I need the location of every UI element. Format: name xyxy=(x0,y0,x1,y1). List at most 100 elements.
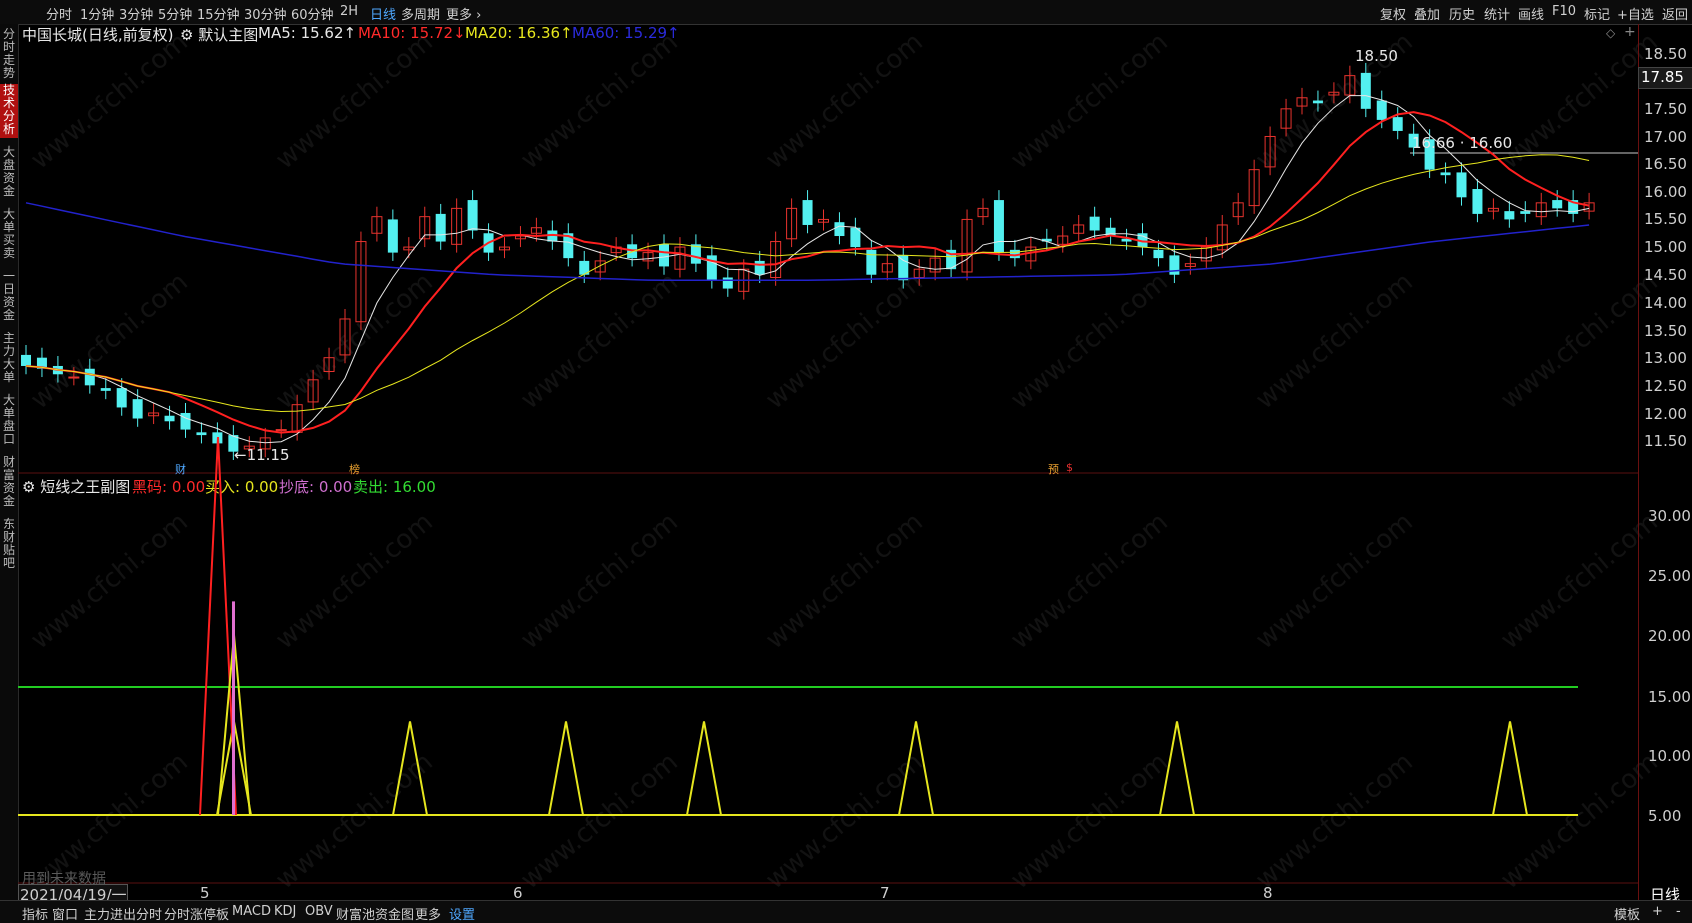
tab-obv[interactable]: OBV xyxy=(305,904,333,919)
watermark-text: www.cfchi.com xyxy=(1250,507,1419,655)
zoom-out-button[interactable]: - xyxy=(1676,904,1681,919)
watermark-text: www.cfchi.com xyxy=(1250,747,1419,895)
buy-signal-spike xyxy=(548,721,584,816)
sub-tick-label: 15.00 xyxy=(1648,688,1691,706)
candle-down xyxy=(1520,211,1531,214)
candle-down xyxy=(84,368,95,386)
watermark-text: www.cfchi.com xyxy=(270,27,439,175)
sub-tick-label: 20.00 xyxy=(1648,627,1691,645)
candle-down xyxy=(722,277,733,289)
tab-limit-up[interactable]: 分时涨停板 xyxy=(164,904,229,923)
price-tick-label: 11.50 xyxy=(1644,432,1687,450)
tab-kdj[interactable]: KDJ xyxy=(274,904,296,919)
sub-tick-label: 10.00 xyxy=(1648,747,1691,765)
price-tick-label: 17.50 xyxy=(1644,100,1687,118)
candle-down xyxy=(132,399,143,419)
watermark-text: www.cfchi.com xyxy=(1005,747,1174,895)
candle-down xyxy=(387,219,398,253)
candle-down xyxy=(1440,172,1451,176)
watermark-text: www.cfchi.com xyxy=(1005,27,1174,175)
diamond-icon[interactable]: ◇ xyxy=(1606,26,1615,40)
tab-indicator[interactable]: 指标 xyxy=(22,904,48,923)
price-tick-label: 16.50 xyxy=(1644,155,1687,173)
candle-down xyxy=(1376,100,1387,120)
ray-line-label: 16.66 · 16.60 xyxy=(1412,134,1513,152)
tab-macd[interactable]: MACD xyxy=(232,904,271,919)
plus-icon[interactable]: + xyxy=(1624,24,1636,40)
hei-signal-spike xyxy=(199,436,237,816)
candle-down xyxy=(1552,200,1563,209)
watermark-text: www.cfchi.com xyxy=(1005,267,1174,415)
price-tick-label: 15.00 xyxy=(1644,238,1687,256)
price-tick-label: 14.00 xyxy=(1644,294,1687,312)
candle-up xyxy=(68,376,80,379)
watermark-text: www.cfchi.com xyxy=(270,747,439,895)
candle-down xyxy=(1089,216,1100,231)
dividend-marker[interactable]: $ xyxy=(1066,461,1073,474)
watermark-text: www.cfchi.com xyxy=(1005,507,1174,655)
buy-signal-spike xyxy=(1492,721,1528,816)
candle-down xyxy=(898,255,909,281)
watermark-text: www.cfchi.com xyxy=(25,267,194,415)
candle-down xyxy=(435,213,446,242)
tab-more[interactable]: 更多 xyxy=(415,904,441,923)
price-tick-label: 15.50 xyxy=(1644,210,1687,228)
indicator-tab-bar: 指标 窗口 主力进出分时 分时涨停板 MACD KDJ OBV 财富池资金图 更… xyxy=(0,900,1692,923)
sub-tick-label: 25.00 xyxy=(1648,567,1691,585)
candle-down xyxy=(993,200,1004,253)
watermark-text: www.cfchi.com xyxy=(515,507,684,655)
watermark-text: www.cfchi.com xyxy=(760,27,929,175)
candle-down xyxy=(866,249,877,275)
candle-down xyxy=(100,388,111,391)
watermark-text: www.cfchi.com xyxy=(1250,267,1419,415)
watermark-text: www.cfchi.com xyxy=(270,267,439,415)
buy-signal-spike xyxy=(686,721,722,816)
candle-down xyxy=(659,244,669,267)
price-tick-label: 12.50 xyxy=(1644,377,1687,395)
candle-down xyxy=(467,200,478,231)
sub-tick-label: 30.00 xyxy=(1648,507,1691,525)
candle-down xyxy=(1472,189,1483,214)
zoom-in-button[interactable]: + xyxy=(1652,904,1663,919)
watermark-text: www.cfchi.com xyxy=(760,747,929,895)
sub-tick-label: 5.00 xyxy=(1648,807,1682,825)
candle-down xyxy=(1360,72,1371,109)
watermark-text: www.cfchi.com xyxy=(515,747,684,895)
candle-down xyxy=(21,354,31,366)
bottom-signal-bar xyxy=(232,601,235,815)
candle-down xyxy=(196,432,207,436)
watermark-text: www.cfchi.com xyxy=(25,507,194,655)
tab-settings[interactable]: 设置 xyxy=(449,904,475,923)
watermark-text: www.cfchi.com xyxy=(760,507,929,655)
candle-up xyxy=(275,429,287,432)
price-tick-label: 14.50 xyxy=(1644,266,1687,284)
watermark-text: www.cfchi.com xyxy=(270,507,439,655)
candle-down xyxy=(802,200,813,225)
candle-down xyxy=(1504,211,1515,220)
candle-down xyxy=(1312,100,1323,104)
price-tick-label: 18.50 xyxy=(1644,45,1687,63)
watermark-text: www.cfchi.com xyxy=(760,267,929,415)
template-button[interactable]: 模板 xyxy=(1614,904,1640,923)
rank-marker[interactable]: 榜 xyxy=(349,461,360,477)
candle-down xyxy=(180,412,191,430)
current-price-label: 17.85 xyxy=(1641,68,1684,86)
watermark-text: www.cfchi.com xyxy=(515,27,684,175)
low-price-label: ←11.15 xyxy=(234,446,290,464)
price-tick-label: 13.00 xyxy=(1644,349,1687,367)
candle-down xyxy=(1456,172,1467,198)
high-price-label: 18.50 xyxy=(1355,47,1398,65)
finance-marker[interactable]: 财 xyxy=(175,461,186,477)
tab-wealth-pool[interactable]: 财富池资金图 xyxy=(336,904,414,923)
tab-window[interactable]: 窗口 xyxy=(52,904,78,923)
candle-down xyxy=(1392,117,1403,131)
forecast-marker[interactable]: 预 xyxy=(1048,461,1059,477)
watermark-text: www.cfchi.com xyxy=(515,267,684,415)
price-tick-label: 13.50 xyxy=(1644,322,1687,340)
candle-down xyxy=(834,222,845,237)
candle-down xyxy=(116,388,127,408)
tab-main-inout[interactable]: 主力进出分时 xyxy=(84,904,162,923)
price-tick-label: 17.00 xyxy=(1644,128,1687,146)
price-tick-label: 16.00 xyxy=(1644,183,1687,201)
candle-down xyxy=(164,415,175,422)
